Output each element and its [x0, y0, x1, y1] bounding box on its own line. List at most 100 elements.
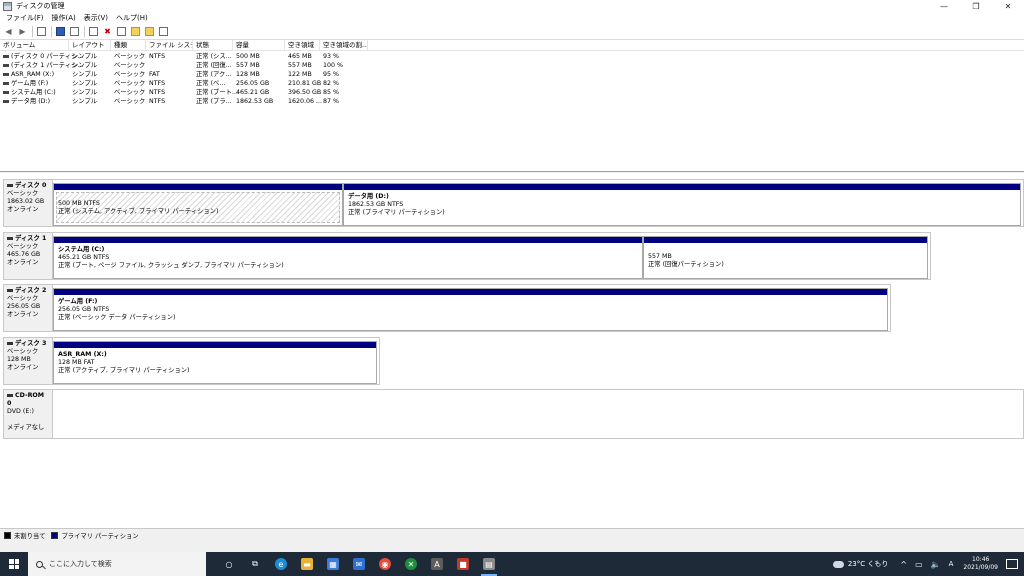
partition-text: データ用 (D:) 1862.53 GB NTFS 正常 (プライマリ パーティ… — [348, 193, 445, 217]
column-capacity[interactable]: 容量 — [233, 40, 285, 51]
column-status[interactable]: 状態 — [193, 40, 233, 51]
properties-icon[interactable] — [55, 26, 66, 37]
legend-label: 未割り当て — [14, 533, 46, 540]
start-button[interactable] — [0, 552, 28, 576]
column-filesystem[interactable]: ファイル システム — [146, 40, 193, 51]
column-type[interactable]: 種類 — [111, 40, 146, 51]
taskbar: ここに入力して検索 ○ ⧉ e ▬ ▦ ✉ ◉ ✕ A ■ ▤ 23°C くもり… — [0, 552, 1024, 576]
table-row[interactable]: データ用 (D:) シンプル ベーシック NTFS 正常 (プラ... 1862… — [0, 97, 400, 106]
disk-status: オンライン — [7, 311, 39, 318]
legend-item-unallocated: 未割り当て — [4, 531, 45, 540]
back-icon[interactable]: ◀ — [3, 26, 14, 37]
cell-volume: データ用 (D:) — [0, 97, 50, 106]
view-icon[interactable] — [36, 26, 47, 37]
disk-status: メディアなし — [7, 424, 45, 431]
cell-status: 正常 (回復... — [196, 62, 232, 69]
cell-status: 正常 (プラ... — [196, 98, 232, 105]
partition-name: ASR_RAM (X:) — [58, 351, 107, 358]
forward-icon[interactable]: ▶ — [17, 26, 28, 37]
partition-recovery[interactable]: 557 MB 正常 (回復パーティション) — [643, 236, 928, 279]
rescan-icon[interactable] — [88, 26, 99, 37]
mail-icon[interactable]: ✉ — [346, 552, 372, 576]
disk-label[interactable]: CD-ROM 0 DVD (E:) メディアなし — [3, 389, 53, 439]
notification-icon[interactable] — [1006, 559, 1018, 569]
partition-status: 正常 (システム, アクティブ, プライマリ パーティション) — [58, 208, 219, 215]
legend-item-primary: プライマリ パーティション — [51, 531, 139, 540]
check-icon[interactable] — [116, 26, 127, 37]
disk-name: ディスク 2 — [15, 287, 47, 294]
column-free-space[interactable]: 空き領域 — [285, 40, 320, 51]
partition-data-d[interactable]: データ用 (D:) 1862.53 GB NTFS 正常 (プライマリ パーティ… — [343, 183, 1021, 226]
cell-filesystem: NTFS — [149, 53, 166, 60]
new-icon[interactable] — [144, 26, 155, 37]
cloud-icon — [832, 560, 844, 568]
partition-status: 正常 (ブート, ページ ファイル, クラッシュ ダンプ, プライマリ パーティ… — [58, 262, 284, 269]
table-row[interactable]: システム用 (C:) シンプル ベーシック NTFS 正常 (ブート... 46… — [0, 88, 400, 97]
game-icon[interactable]: ■ — [450, 552, 476, 576]
partition-name: システム用 (C:) — [58, 246, 105, 253]
toolbar: ◀ ▶ ✖ — [0, 24, 1024, 40]
open-icon[interactable] — [130, 26, 141, 37]
disk-label[interactable]: ディスク 0 ベーシック 1863.02 GB オンライン — [3, 179, 53, 227]
table-row[interactable]: (ディスク 1 パーティシ... シンプル ベーシック 正常 (回復... 55… — [0, 61, 400, 70]
cortana-icon[interactable]: ○ — [216, 552, 242, 576]
explorer-icon[interactable]: ▬ — [294, 552, 320, 576]
disk-name: ディスク 0 — [15, 182, 47, 189]
clock-date: 2021/09/09 — [963, 564, 998, 571]
disk-icon — [7, 236, 13, 240]
taskbar-search[interactable]: ここに入力して検索 — [28, 552, 206, 576]
table-row[interactable]: ASR_RAM (X:) シンプル ベーシック FAT 正常 (アク... 12… — [0, 70, 400, 79]
disk-management-icon[interactable]: ▤ — [476, 552, 502, 576]
partition-bar — [54, 184, 342, 190]
store-icon[interactable]: ▦ — [320, 552, 346, 576]
table-row[interactable]: (ディスク 0 パーティシ... シンプル ベーシック NTFS 正常 (シス.… — [0, 52, 400, 61]
partition-game-f[interactable]: ゲーム用 (F:) 256.05 GB NTFS 正常 (ベーシック データ パ… — [53, 288, 888, 331]
column-layout[interactable]: レイアウト — [69, 40, 111, 51]
toolbar-separator — [84, 26, 85, 37]
menu-view[interactable]: 表示(V) — [80, 13, 112, 23]
cell-capacity: 465.21 GB — [236, 89, 270, 96]
partition-system-c[interactable]: システム用 (C:) 465.21 GB NTFS 正常 (ブート, ページ フ… — [53, 236, 643, 279]
menu-action[interactable]: 操作(A) — [48, 13, 80, 23]
refresh-icon[interactable] — [158, 26, 169, 37]
restore-button[interactable]: ❐ — [960, 0, 992, 12]
menu-file[interactable]: ファイル(F) — [2, 13, 48, 23]
weather-widget[interactable]: 23°C くもり — [832, 559, 888, 569]
partition-asr-ram-x[interactable]: ASR_RAM (X:) 128 MB FAT 正常 (アクティブ, プライマリ… — [53, 341, 377, 384]
disk-label[interactable]: ディスク 3 ベーシック 128 MB オンライン — [3, 337, 53, 385]
xbox-icon[interactable]: ✕ — [398, 552, 424, 576]
partition-strip: システム用 (C:) 465.21 GB NTFS 正常 (ブート, ページ フ… — [53, 232, 931, 280]
partition-name: ゲーム用 (F:) — [58, 298, 98, 305]
partition-name: データ用 (D:) — [348, 193, 389, 200]
clock[interactable]: 10:46 2021/09/09 — [963, 556, 998, 572]
table-row[interactable]: ゲーム用 (F:) シンプル ベーシック NTFS 正常 (ベ... 256.0… — [0, 79, 400, 88]
help-icon[interactable] — [69, 26, 80, 37]
volume-icon[interactable]: 🔈 — [931, 560, 941, 569]
minimize-button[interactable]: — — [928, 0, 960, 12]
partition-system-reserved[interactable]: 500 MB NTFS 正常 (システム, アクティブ, プライマリ パーティシ… — [53, 183, 343, 226]
delete-icon[interactable]: ✖ — [102, 26, 113, 37]
column-free-percent[interactable]: 空き領域の割... — [320, 40, 368, 51]
partition-bar — [54, 289, 887, 295]
disk-type: DVD (E:) — [7, 408, 34, 415]
show-hidden-icons-icon[interactable]: ^ — [900, 560, 907, 569]
disk-label[interactable]: ディスク 2 ベーシック 256.05 GB オンライン — [3, 284, 53, 332]
legend-label: プライマリ パーティション — [61, 533, 139, 540]
ime-indicator[interactable]: A — [949, 560, 954, 568]
column-volume[interactable]: ボリューム — [0, 40, 69, 51]
edge-icon[interactable]: e — [268, 552, 294, 576]
partition-size: 465.21 GB NTFS — [58, 254, 110, 261]
partition-status: 正常 (プライマリ パーティション) — [348, 209, 445, 216]
close-button[interactable]: ✕ — [992, 0, 1024, 12]
disk-label[interactable]: ディスク 1 ベーシック 465.76 GB オンライン — [3, 232, 53, 280]
cell-status: 正常 (シス... — [196, 53, 232, 60]
chrome-icon[interactable]: ◉ — [372, 552, 398, 576]
network-icon[interactable]: ▭ — [915, 560, 923, 569]
partition-bar — [644, 237, 927, 243]
cell-type: ベーシック — [114, 89, 146, 96]
legend-swatch — [51, 532, 59, 539]
cell-type: ベーシック — [114, 62, 146, 69]
menu-help[interactable]: ヘルプ(H) — [112, 13, 152, 23]
task-view-icon[interactable]: ⧉ — [242, 552, 268, 576]
terminal-icon[interactable]: A — [424, 552, 450, 576]
